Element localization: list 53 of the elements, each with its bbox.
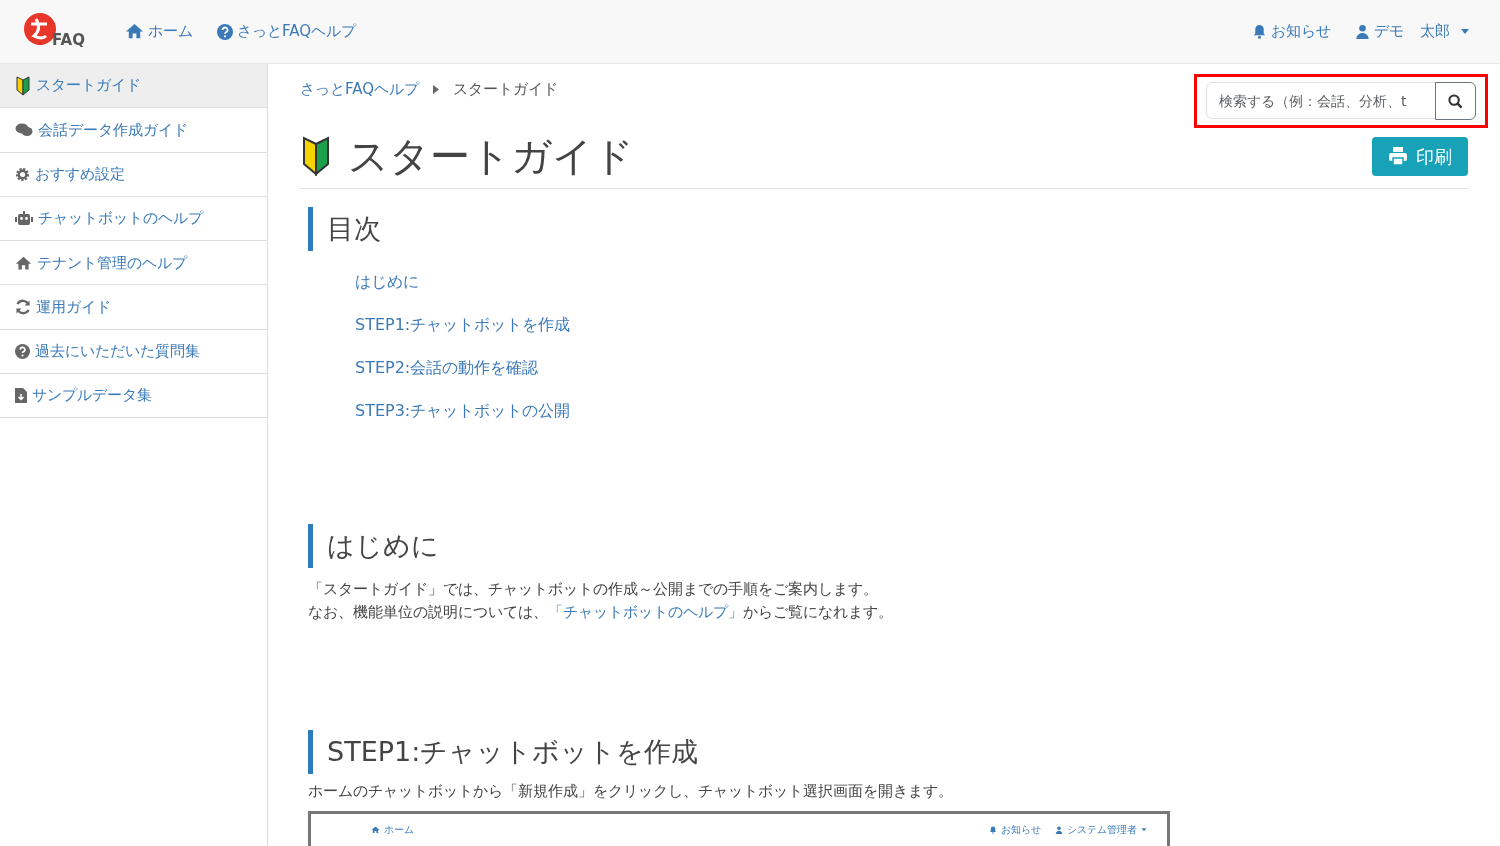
sidebar-item[interactable]: 会話データ作成ガイド (0, 108, 267, 153)
notifications-link[interactable]: お知らせ (1252, 20, 1331, 43)
nav-link[interactable]: さっとFAQヘルプ (216, 20, 356, 43)
breadcrumb-item: スタートガイド (453, 79, 559, 100)
home-icon (15, 255, 32, 271)
sidebar-item[interactable]: 過去にいただいた質問集 (0, 329, 267, 375)
help-link[interactable]: 「チャットボットのヘルプ」 (548, 604, 743, 620)
home-icon (124, 23, 144, 40)
toc-link[interactable]: STEP2:会話の動作を確認 (355, 346, 1468, 389)
caret-icon (1141, 827, 1147, 832)
chevron-icon (433, 84, 440, 94)
chat-icon (15, 122, 33, 137)
robot-icon (15, 211, 33, 227)
search-button[interactable] (1435, 82, 1476, 120)
print-button[interactable]: 印刷 (1372, 136, 1468, 176)
beginner-mark-icon (300, 136, 332, 176)
section-heading: STEP1:チャットボットを作成 (308, 730, 1468, 774)
home-icon (371, 825, 380, 834)
breadcrumb-item[interactable]: さっとFAQヘルプ (300, 78, 420, 101)
file-download-icon (15, 388, 27, 404)
sidebar-item[interactable]: 運用ガイド (0, 285, 267, 330)
sidebar-item[interactable]: おすすめ設定 (0, 152, 267, 197)
sidebar-item[interactable]: テナント管理のヘルプ (0, 241, 267, 286)
logo-text: FAQ (52, 30, 85, 51)
user-icon (1055, 825, 1063, 834)
bell-icon (1252, 24, 1267, 39)
paragraph: 「スタートガイド」では、チャットボットの作成～公開までの手順をご案内します。 (308, 580, 879, 599)
paragraph: ホームのチャットボットから「新規作成」をクリックし、チャットボット選択画面を開きます。 (308, 782, 954, 801)
sidebar-item[interactable]: サンプルデータ集 (0, 374, 267, 419)
page-title: スタートガイド (348, 132, 634, 180)
help-icon (216, 23, 233, 40)
printer-icon (1388, 146, 1408, 166)
search-icon (1448, 94, 1463, 109)
bell-icon (989, 825, 997, 834)
logo[interactable]: FAQ (22, 11, 85, 52)
refresh-icon (15, 299, 31, 316)
help-icon (15, 343, 30, 359)
paragraph: なお、機能単位の説明については、「チャットボットのヘルプ」からご覧になれます。 (308, 603, 894, 622)
user-icon (1355, 24, 1370, 39)
nav-link[interactable]: ホーム (124, 20, 193, 43)
user-menu: システム管理者 (1055, 822, 1147, 837)
gear-icon (15, 166, 30, 182)
section-heading: はじめに (308, 524, 1468, 568)
section-heading: 目次 (308, 207, 1468, 251)
toc-link[interactable]: はじめに (355, 260, 1468, 303)
toc-link[interactable]: STEP1:チャットボットを作成 (355, 303, 1468, 346)
beginner-mark-icon (15, 75, 31, 96)
user-menu[interactable]: デモ 太郎 (1355, 20, 1470, 43)
sidebar-item[interactable]: スタートガイド (0, 64, 267, 109)
caret-icon (1460, 28, 1470, 35)
search-field[interactable]: 検索する（例：会話、分析、t (1206, 82, 1436, 119)
sidebar-item[interactable]: チャットボットのヘルプ (0, 196, 267, 242)
toc-link[interactable]: STEP3:チャットボットの公開 (355, 389, 1468, 432)
